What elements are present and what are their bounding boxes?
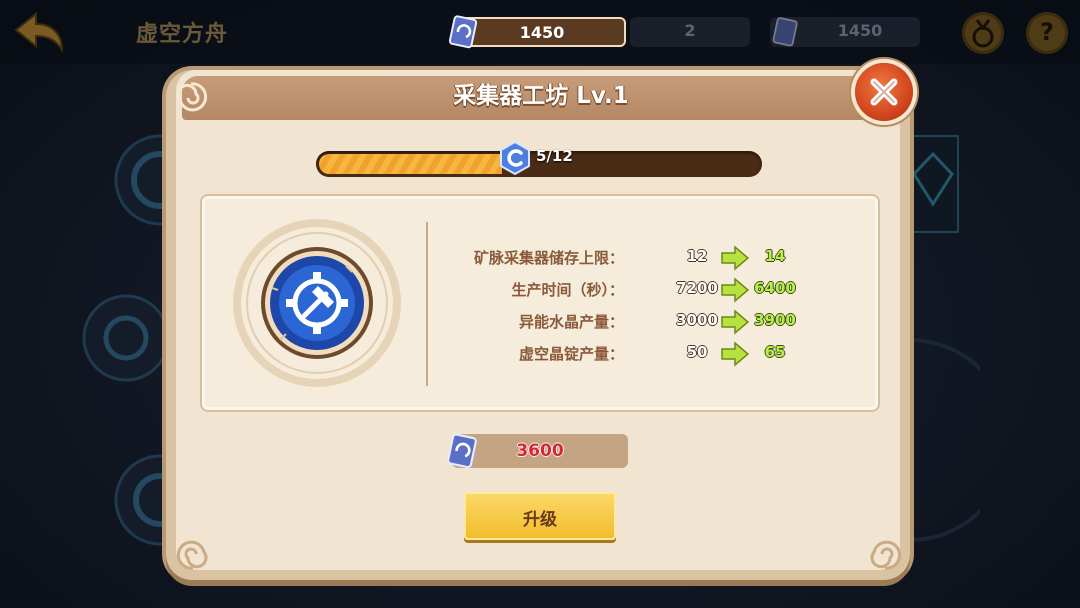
background-building-icon (82, 294, 170, 382)
stat-label: 矿脉采集器储存上限： (473, 249, 624, 267)
stat-next-value: 14 (764, 247, 786, 265)
help-button[interactable]: ? (1026, 12, 1068, 54)
workshop-gear-hammer-icon (233, 219, 401, 387)
screen-title: 虚空方舟 (136, 22, 229, 47)
level-progress-label: 5/12 (536, 147, 573, 165)
stat-current-value: 7200 (676, 279, 718, 297)
corner-swirl-icon (176, 540, 208, 570)
corner-swirl-icon (870, 540, 902, 570)
stat-row: 虚空晶锭产量： 50 65 (430, 341, 850, 367)
help-icon: ? (1040, 18, 1054, 46)
upgrade-button[interactable]: 升级 (464, 492, 616, 540)
stat-next-value: 65 (764, 343, 786, 361)
crystal-book-icon (447, 433, 477, 469)
close-button[interactable] (855, 63, 913, 121)
stat-next-value: 6400 (754, 279, 796, 297)
stat-label: 异能水晶产量： (518, 313, 624, 331)
panel-divider (426, 222, 428, 386)
crystal-coin-icon (500, 140, 530, 176)
stat-label: 生产时间（秒）： (511, 281, 624, 299)
dialog-title: 采集器工坊 Lv.1 (453, 83, 629, 109)
resource-value: 1450 (519, 23, 565, 42)
resource-crystal-primary: 1450 (458, 17, 626, 47)
stat-next-value: 3900 (754, 311, 796, 329)
resource-counter: 2 (630, 17, 750, 47)
background-shield-icon (907, 135, 959, 233)
medal-button[interactable] (962, 12, 1004, 54)
stat-current-value: 3000 (676, 311, 718, 329)
level-progress-fill (319, 154, 502, 174)
resource-value: 1450 (837, 21, 883, 40)
back-arrow-icon[interactable] (12, 10, 66, 54)
stat-row: 异能水晶产量： 3000 3900 (430, 309, 850, 335)
stat-current-value: 12 (686, 247, 708, 265)
stat-row: 矿脉采集器储存上限： 12 14 (430, 245, 850, 271)
upgrade-button-label: 升级 (523, 510, 557, 530)
medal-icon (972, 19, 994, 48)
resource-value: 2 (684, 21, 696, 40)
corner-swirl-icon (176, 82, 208, 112)
close-icon (870, 78, 898, 106)
stat-current-value: 50 (686, 343, 708, 361)
background-ring-icon (909, 338, 980, 542)
stat-label: 虚空晶锭产量： (518, 345, 624, 363)
crystal-book-icon (448, 15, 478, 49)
crystal-book-icon (772, 17, 798, 47)
stat-row: 生产时间（秒）： 7200 6400 (430, 277, 850, 303)
